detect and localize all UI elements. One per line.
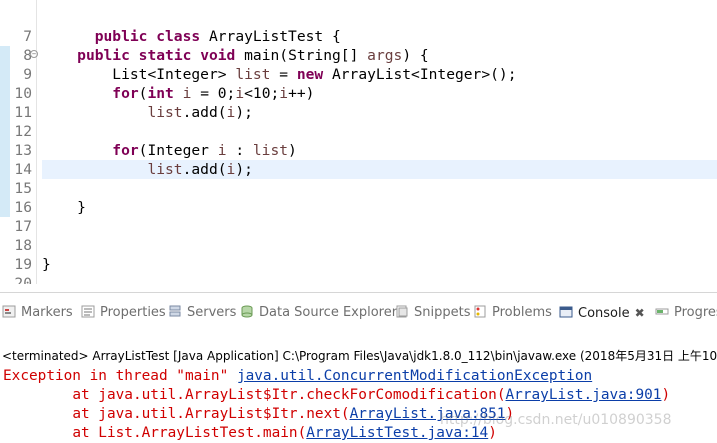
code-text: = 0; xyxy=(191,85,236,102)
keyword: for xyxy=(112,142,139,159)
line-number: 20 xyxy=(14,275,32,284)
code-line[interactable]: 14 for(Integer i : list) xyxy=(0,141,717,178)
console-text: ) xyxy=(488,425,497,441)
console-icon xyxy=(559,306,573,318)
progress-icon xyxy=(655,308,669,315)
console-line: at java.util.ArrayList$Itr.checkForComod… xyxy=(3,386,670,405)
local-variable: list xyxy=(235,66,271,83)
console-line: at java.util.ArrayList$Itr.next(ArrayLis… xyxy=(3,405,514,424)
tab-console[interactable]: Console ✖ xyxy=(559,303,645,323)
code-line[interactable]: 8 xyxy=(0,27,717,64)
code-line[interactable]: 19 xyxy=(0,236,717,273)
code-line[interactable]: 12 list.add(i); xyxy=(0,103,717,140)
code-line[interactable]: 17 } xyxy=(0,198,717,235)
console-process-header: <terminated> ArrayListTest [Java Applica… xyxy=(2,349,717,363)
keyword: static xyxy=(138,47,192,64)
code-text: : xyxy=(226,142,253,159)
local-variable: i xyxy=(279,85,289,102)
code-text: <10; xyxy=(244,85,280,102)
tab-problems[interactable]: Problems xyxy=(473,303,552,323)
keyword: void xyxy=(200,47,236,64)
code-line[interactable]: 20 } xyxy=(0,255,717,284)
code-line[interactable]: 9 − public static void main(String[] arg… xyxy=(0,46,717,83)
code-line-current[interactable]: 15 list.add(i); xyxy=(0,160,717,197)
console-output[interactable]: <terminated> ArrayListTest [Java Applica… xyxy=(0,340,717,443)
code-text: .add( xyxy=(182,161,227,178)
fold-collapse-icon[interactable]: − xyxy=(30,50,38,58)
console-text: ) xyxy=(661,387,671,403)
servers-icon xyxy=(169,305,181,317)
properties-icon xyxy=(81,305,95,318)
data-source-icon xyxy=(241,305,253,318)
code-editor[interactable]: 7 public class ArrayListTest { 8 9 − pub… xyxy=(0,0,717,284)
console-text: at java.util.ArrayList$Itr.checkForComod… xyxy=(72,387,506,403)
stack-trace-link[interactable]: ArrayListTest.java:14 xyxy=(306,425,488,441)
console-line: Exception in thread "main" java.util.Con… xyxy=(3,367,592,386)
local-variable: i xyxy=(226,104,236,121)
code-line[interactable]: 18 xyxy=(0,217,717,254)
tab-properties[interactable]: Properties xyxy=(81,303,166,323)
console-text: ) xyxy=(505,406,515,422)
tab-label: Progres xyxy=(674,305,717,320)
tab-label: Snippets xyxy=(414,305,471,320)
local-variable: i xyxy=(217,142,227,159)
tab-progress[interactable]: Progres xyxy=(655,303,717,323)
code-line[interactable]: 11 for(int i = 0;i<10;i++) xyxy=(0,84,717,121)
tab-label: Markers xyxy=(21,305,73,320)
markers-icon xyxy=(2,305,16,318)
code-text: } xyxy=(77,199,86,216)
code-line[interactable]: 16 xyxy=(0,179,717,216)
local-variable: i xyxy=(235,85,245,102)
code-line[interactable]: 7 public class ArrayListTest { xyxy=(0,8,717,45)
tab-label: Properties xyxy=(100,305,166,320)
console-line: at List.ArrayListTest.main(ArrayListTest… xyxy=(3,424,497,443)
code-text: = xyxy=(270,66,297,83)
stack-trace-link[interactable]: ArrayList.java:851 xyxy=(350,406,506,422)
code-text: ); xyxy=(235,161,253,178)
code-text: (Integer xyxy=(138,142,218,159)
local-variable: list xyxy=(147,161,183,178)
keyword: int xyxy=(147,85,174,102)
code-text: ) xyxy=(288,142,297,159)
console-text: at java.util.ArrayList$Itr.next( xyxy=(72,406,350,422)
console-text: at List.ArrayListTest.main( xyxy=(72,425,307,441)
parameter: args xyxy=(367,47,403,64)
code-text: } xyxy=(42,256,51,273)
code-line[interactable]: 10 List<Integer> list = new ArrayList<In… xyxy=(0,65,717,102)
code-text: ++) xyxy=(288,85,315,102)
exception-link[interactable]: java.util.ConcurrentModificationExceptio… xyxy=(237,368,592,384)
code-text: ) { xyxy=(402,47,429,64)
code-line[interactable]: 13 xyxy=(0,122,717,159)
keyword: new xyxy=(296,66,324,83)
console-text: Exception in thread "main" xyxy=(3,368,237,384)
tab-label: Servers xyxy=(187,305,237,320)
code-text: List<Integer> xyxy=(112,66,236,83)
tab-snippets[interactable]: Snippets xyxy=(395,303,470,323)
tab-label: Console xyxy=(578,306,630,321)
keyword: for xyxy=(112,85,139,102)
stack-trace-link[interactable]: ArrayList.java:901 xyxy=(506,387,662,403)
problems-icon xyxy=(474,305,486,318)
views-tab-bar: Markers Properties Servers Data Source E… xyxy=(0,292,717,333)
code-text: .add( xyxy=(182,104,227,121)
code-text: ArrayList<Integer>(); xyxy=(323,66,517,83)
tab-label: Problems xyxy=(492,305,552,320)
tab-servers[interactable]: Servers xyxy=(168,303,236,323)
local-variable: list xyxy=(147,104,183,121)
code-text: main(String[] xyxy=(244,47,368,64)
tab-data-source-explorer[interactable]: Data Source Explorer xyxy=(240,303,397,323)
local-variable: list xyxy=(252,142,289,159)
keyword: public xyxy=(77,47,130,64)
local-variable: i xyxy=(226,161,236,178)
close-icon[interactable]: ✖ xyxy=(635,306,645,320)
tab-label: Data Source Explorer xyxy=(259,305,398,320)
snippets-icon xyxy=(396,305,408,318)
tab-markers[interactable]: Markers xyxy=(2,303,73,323)
code-text: ); xyxy=(235,104,253,121)
